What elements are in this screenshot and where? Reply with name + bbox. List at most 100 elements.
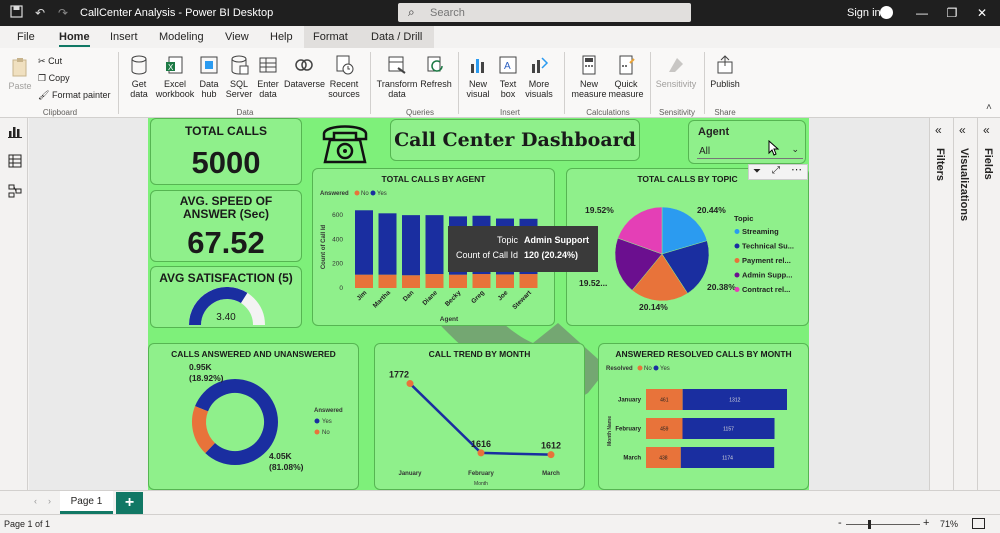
sign-in-link[interactable]: Sign in — [847, 7, 881, 19]
zoom-slider[interactable] — [846, 520, 920, 529]
group-label-insert: Insert — [499, 108, 520, 117]
total-calls-card[interactable]: TOTAL CALLS 5000 — [150, 118, 302, 185]
visualizations-pane[interactable]: « Visualizations — [953, 118, 977, 490]
prev-page-icon[interactable]: ‹ — [34, 496, 37, 506]
legend-label: No — [322, 430, 330, 436]
pie-value-label: 19.52% — [585, 205, 614, 215]
collapse-ribbon-icon[interactable]: ˄ — [986, 102, 992, 113]
tab-home[interactable]: Home — [59, 31, 90, 47]
trend-value-label: 1772 — [389, 370, 409, 380]
next-page-icon[interactable]: › — [48, 496, 51, 506]
filters-pane-label: Filters — [934, 148, 946, 182]
page-count: Page 1 of 1 — [4, 519, 51, 529]
x-tick-label: Diane — [421, 289, 439, 307]
sensitivity-button[interactable]: Sensitivity — [655, 54, 697, 89]
avg-speed-card[interactable]: AVG. SPEED OF ANSWER (Sec) 67.52 — [150, 190, 302, 262]
more-visuals-button[interactable]: More visuals — [522, 54, 556, 99]
legend-label-no: No — [361, 191, 369, 197]
recent-sources-button[interactable]: Recent sources — [325, 54, 363, 99]
minimize-icon[interactable]: — — [912, 4, 932, 22]
publish-button[interactable]: Publish — [709, 54, 741, 89]
call-trend-card[interactable]: CALL TREND BY MONTH 1772 January 1616 Febru… — [374, 343, 585, 490]
expand-filters-icon[interactable]: « — [935, 123, 942, 137]
ribbon-divider — [650, 52, 651, 114]
model-view-icon[interactable] — [8, 184, 22, 198]
quick-measure-button[interactable]: Quick measure — [606, 54, 646, 99]
x-tick-label: Martha — [372, 289, 392, 309]
cut-button[interactable]: ✂ Cut — [38, 56, 62, 67]
save-icon[interactable] — [8, 5, 24, 21]
table-icon — [259, 57, 277, 73]
tooltip-topic-value: Admin Support — [524, 235, 589, 245]
ribbon-divider — [564, 52, 565, 114]
avatar[interactable] — [880, 6, 893, 19]
text-box-button[interactable]: A Text box — [494, 54, 522, 99]
focus-mode-icon[interactable]: ⤢ — [772, 165, 780, 176]
add-page-button[interactable]: + — [116, 492, 143, 514]
tab-help[interactable]: Help — [270, 31, 293, 43]
avg-speed-value: 67.52 — [187, 225, 265, 260]
agent-slicer[interactable]: Agent All ⌄ — [688, 120, 806, 164]
dataverse-button[interactable]: Dataverse — [284, 54, 325, 89]
more-options-icon[interactable]: ⋯ — [791, 163, 802, 176]
tab-modeling[interactable]: Modeling — [159, 31, 204, 43]
gauge-value: 3.40 — [216, 312, 236, 323]
dashboard-title: Call Center Dashboard — [394, 129, 636, 151]
tab-format[interactable]: Format — [313, 31, 348, 43]
new-visual-button[interactable]: New visual — [463, 54, 493, 99]
data-hub-button[interactable]: Data hub — [196, 54, 222, 99]
legend-marker-yes — [370, 190, 376, 196]
excel-workbook-button[interactable]: X Excel workbook — [155, 54, 195, 99]
search-icon: ⌕ — [408, 5, 415, 19]
refresh-button[interactable]: Refresh — [420, 54, 452, 89]
tab-file[interactable]: File — [17, 31, 35, 43]
y-axis-label: Count of Call Id — [321, 225, 327, 270]
redo-icon[interactable]: ↷ — [55, 5, 71, 21]
new-measure-button[interactable]: New measure — [569, 54, 609, 99]
format-painter-button[interactable]: 🖌 Format painter — [38, 90, 110, 101]
search-input[interactable] — [430, 5, 670, 20]
sql-server-button[interactable]: SQL Server — [225, 54, 253, 99]
undo-icon[interactable]: ↶ — [32, 5, 48, 21]
answered-unanswered-card[interactable]: CALLS ANSWERED AND UNANSWERED 4.05K (81.0… — [148, 343, 359, 490]
restore-icon[interactable]: ❐ — [942, 4, 962, 22]
agent-dropdown[interactable]: All ⌄ — [697, 143, 803, 159]
table-view-icon[interactable] — [8, 154, 22, 168]
cut-icon: ✂ — [38, 56, 46, 66]
view-switcher — [0, 118, 28, 490]
expand-fields-icon[interactable]: « — [983, 123, 990, 137]
legend-label: Admin Supp... — [742, 271, 792, 280]
transform-data-button[interactable]: Transform data — [376, 54, 418, 99]
resolved-by-month-card[interactable]: ANSWERED RESOLVED CALLS BY MONTH Resolve… — [598, 343, 809, 490]
text-box-icon: A — [499, 56, 517, 74]
trend-point — [477, 449, 485, 457]
close-icon[interactable]: ✕ — [972, 4, 992, 22]
search-box[interactable]: ⌕ — [398, 3, 691, 22]
get-data-button[interactable]: Get data — [124, 54, 154, 99]
fields-pane[interactable]: « Fields — [977, 118, 1000, 490]
report-view-icon[interactable] — [8, 124, 22, 138]
tab-data-drill[interactable]: Data / Drill — [371, 31, 422, 43]
tab-insert[interactable]: Insert — [110, 31, 138, 43]
calls-by-topic-card[interactable]: TOTAL CALLS BY TOPIC 20.44% 20.38% 20.14% 1… — [566, 168, 809, 326]
group-label-queries: Queries — [405, 108, 434, 117]
bar-value-label: 461 — [660, 398, 669, 404]
enter-data-button[interactable]: Enter data — [255, 54, 281, 99]
tab-view[interactable]: View — [225, 31, 249, 43]
zoom-out-button[interactable]: - — [838, 517, 842, 529]
filter-icon[interactable]: ⏷ — [753, 166, 761, 177]
expand-visualizations-icon[interactable]: « — [959, 123, 966, 137]
x-tick-label: Stewart — [511, 289, 533, 311]
zoom-slider-thumb[interactable] — [868, 520, 871, 529]
zoom-in-button[interactable]: + — [923, 517, 929, 529]
paste-button[interactable]: Paste — [6, 56, 34, 91]
copy-button[interactable]: ❐ Copy — [38, 73, 70, 84]
filters-pane[interactable]: « Filters — [929, 118, 953, 490]
x-tick-label: Greg — [470, 289, 486, 305]
chart-tooltip: Topic Admin Support Count of Call Id 120… — [448, 226, 598, 272]
y-tick-label: 0 — [339, 285, 343, 292]
page-tab-page-1[interactable]: Page 1 — [60, 491, 113, 514]
avg-satisfaction-card[interactable]: AVG SATISFACTION (5) 3.40 — [150, 266, 302, 328]
fit-to-page-icon[interactable] — [972, 518, 985, 529]
bar-yes — [425, 215, 444, 275]
